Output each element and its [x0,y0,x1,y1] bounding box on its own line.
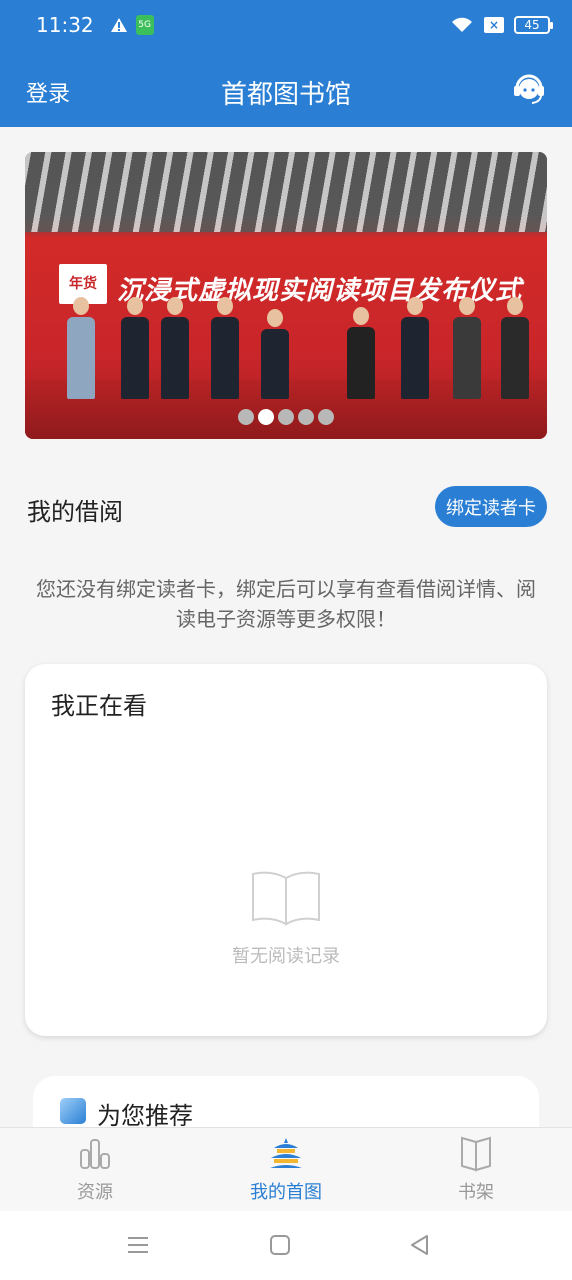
headset-icon[interactable] [512,70,546,106]
no-sim-icon: × [484,17,504,33]
status-bar: 11:32 5G × 45 [0,0,572,50]
carousel-dot[interactable] [318,409,334,425]
bind-card-button[interactable]: 绑定读者卡 [435,486,547,527]
battery-icon: 45 [514,16,553,34]
person-figure [161,297,189,399]
tab-resources[interactable]: 资源 [25,1128,165,1212]
back-icon[interactable] [408,1233,432,1257]
recommend-square-icon [60,1098,86,1124]
empty-reading-text: 暂无阅读记录 [232,946,340,967]
tab-label: 资源 [77,1182,113,1203]
carousel-dots [25,409,547,425]
banner-people [25,269,547,399]
status-left-icons: 5G [110,15,154,35]
person-figure [67,297,95,399]
app-header: 登录 首都图书馆 [0,50,572,127]
menu-icon[interactable] [126,1233,150,1257]
carousel-dot[interactable] [278,409,294,425]
person-figure [401,297,429,399]
my-borrowing-title: 我的借阅 [27,498,123,526]
person-figure [501,297,529,399]
status-right-icons: × 45 [450,16,553,34]
banner-ceiling [25,152,547,232]
system-nav-bar [0,1211,572,1280]
home-icon[interactable] [268,1233,292,1257]
person-figure [453,297,481,399]
warning-icon [110,18,127,32]
tab-bar: 资源 我的首图 书架 [0,1127,572,1211]
temple-icon [270,1138,302,1168]
tab-label: 我的首图 [250,1182,322,1203]
sim-icon: 5G [135,15,154,35]
banner-carousel[interactable]: 年货 沉浸式虚拟现实阅读项目发布仪式 [25,152,547,439]
bar-chart-icon [80,1139,110,1169]
carousel-dot[interactable] [298,409,314,425]
tab-bookshelf[interactable]: 书架 [406,1128,546,1212]
carousel-dot[interactable] [238,409,254,425]
recommend-title: 为您推荐 [97,1102,193,1130]
reading-title: 我正在看 [51,692,147,720]
wifi-icon [452,17,472,32]
bind-card-notice: 您还没有绑定读者卡，绑定后可以享有查看借阅详情、阅读电子资源等更多权限！ [36,577,536,631]
tab-label: 书架 [458,1182,494,1203]
status-time: 11:32 [36,13,94,37]
person-figure [211,297,239,399]
carousel-dot-active[interactable] [258,409,274,425]
book-icon [461,1136,491,1172]
open-book-icon [252,871,320,926]
person-figure [121,297,149,399]
tab-my-library[interactable]: 我的首图 [216,1128,356,1212]
page-title: 首都图书馆 [220,80,351,110]
person-figure [261,309,289,399]
reading-card: 我正在看 暂无阅读记录 [25,664,547,1036]
person-figure [347,307,375,399]
